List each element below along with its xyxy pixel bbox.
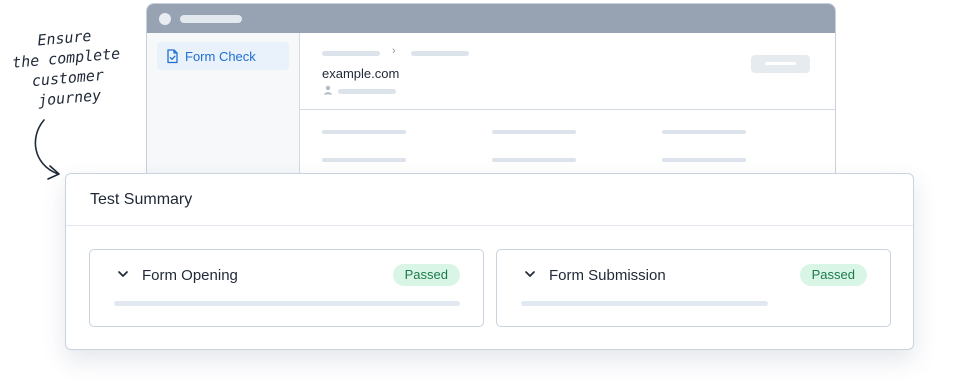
status-badge: Passed — [392, 264, 460, 286]
table-cell-placeholder — [662, 158, 746, 162]
sidebar-item-form-check[interactable]: Form Check — [157, 42, 289, 70]
document-check-icon — [167, 48, 178, 63]
window-control-dot[interactable] — [159, 13, 171, 25]
test-name: Form Submission — [549, 267, 666, 284]
page-header: › example.com — [300, 33, 835, 110]
header-action-button[interactable] — [751, 55, 810, 73]
user-name-placeholder — [338, 89, 396, 94]
test-detail-placeholder — [521, 301, 768, 306]
window-titlebar — [147, 4, 835, 33]
curved-arrow-icon — [34, 119, 60, 180]
test-summary-card: Test Summary Form Opening Passed Form Su… — [65, 173, 914, 350]
test-item-form-submission[interactable]: Form Submission Passed — [496, 249, 891, 327]
table-cell-placeholder — [662, 130, 746, 134]
window-title-placeholder — [180, 15, 242, 23]
status-badge: Passed — [799, 264, 867, 286]
chevron-down-icon[interactable] — [524, 270, 536, 278]
breadcrumb-chevron-icon: › — [392, 45, 396, 57]
chevron-down-icon[interactable] — [117, 270, 129, 278]
table-cell-placeholder — [492, 130, 576, 134]
test-name: Form Opening — [142, 267, 238, 284]
test-detail-placeholder — [114, 301, 460, 306]
summary-title: Test Summary — [66, 174, 913, 226]
table-cell-placeholder — [322, 130, 406, 134]
breadcrumb-placeholder[interactable] — [411, 51, 469, 56]
table-cell-placeholder — [322, 158, 406, 162]
breadcrumb-placeholder[interactable] — [322, 51, 380, 56]
site-url: example.com — [322, 66, 400, 81]
test-item-form-opening[interactable]: Form Opening Passed — [89, 249, 484, 327]
handwritten-annotation: Ensure the complete customer journey — [0, 22, 135, 113]
table-cell-placeholder — [492, 158, 576, 162]
sidebar-item-label: Form Check — [185, 48, 256, 64]
user-icon — [324, 85, 332, 95]
